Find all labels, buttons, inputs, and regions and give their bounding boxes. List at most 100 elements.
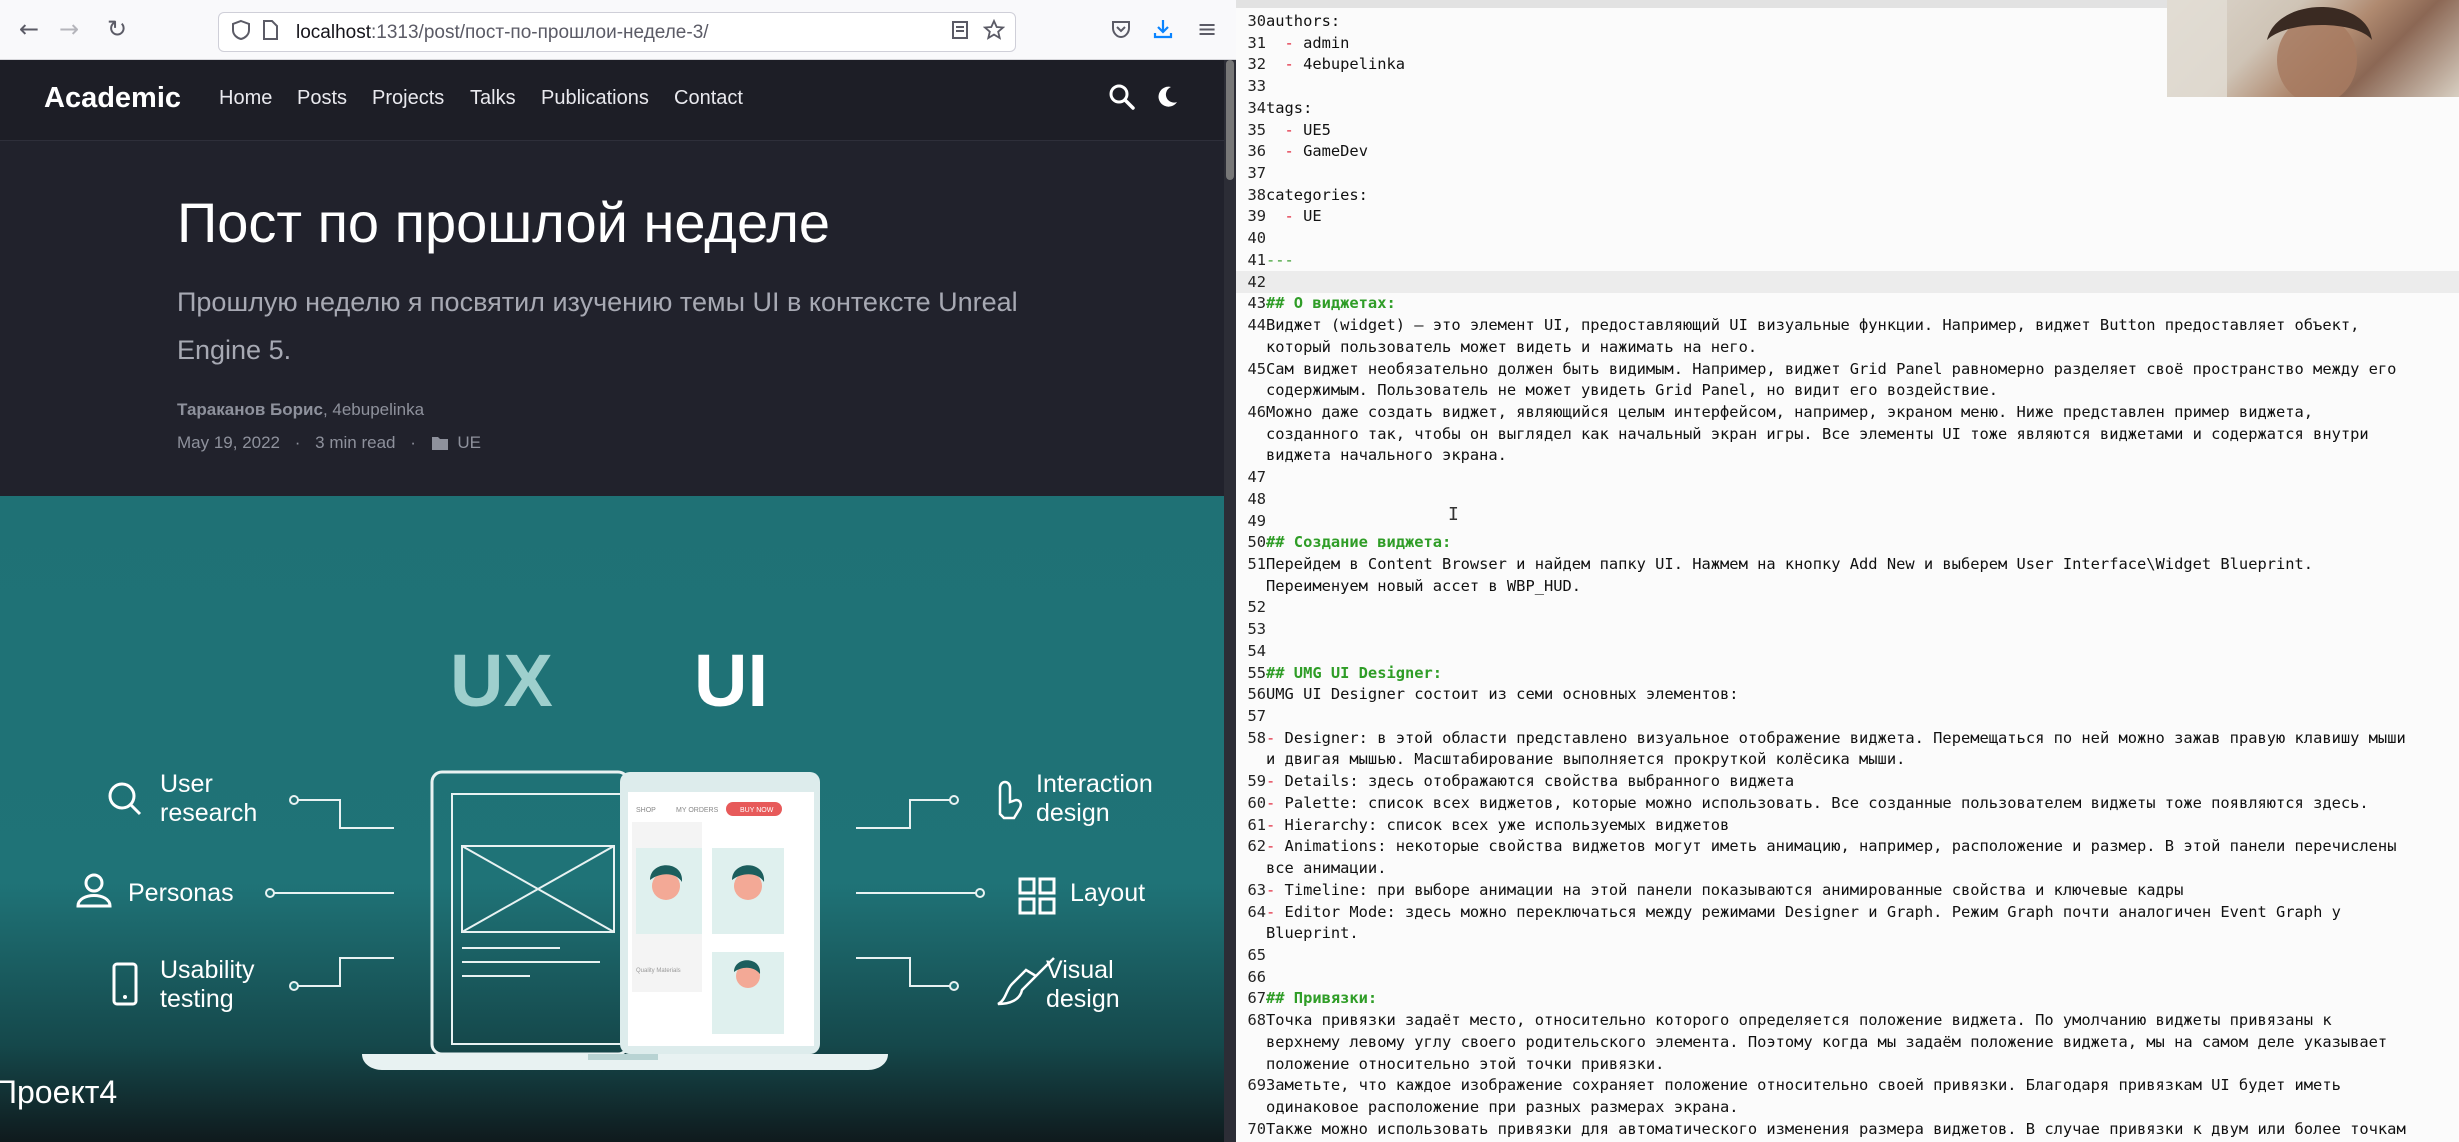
nav-contact[interactable]: Contact <box>674 87 743 110</box>
menu-icon[interactable]: ≡ <box>1192 14 1222 44</box>
line-text[interactable]: - UE5 <box>1266 119 1331 141</box>
line-text[interactable]: ## О виджетах: <box>1266 292 1396 314</box>
line-text[interactable]: Заметьте, что каждое изображение сохраня… <box>1266 1074 2341 1096</box>
editor-line-wrap[interactable]: виджета начального экрана. <box>1236 444 2459 466</box>
line-text[interactable]: ## Создание виджета: <box>1266 531 1451 553</box>
editor-line-wrap[interactable]: Blueprint. <box>1236 922 2459 944</box>
text-editor[interactable]: 30 authors: 31 - admin 32 - 4ebupelinka 33 34… <box>1236 0 2459 1142</box>
editor-line[interactable]: 42 <box>1236 270 2459 293</box>
editor-line[interactable]: 61- Hierarchy: список всех уже используе… <box>1236 814 2459 836</box>
editor-line[interactable]: 54 <box>1236 640 2459 662</box>
line-text[interactable]: - Editor Mode: здесь можно переключаться… <box>1266 901 2341 923</box>
reader-view-icon[interactable] <box>951 19 969 46</box>
pocket-icon[interactable] <box>1106 14 1136 44</box>
editor-line[interactable]: 59- Details: здесь отображаются свойства… <box>1236 770 2459 792</box>
line-text[interactable]: - Hierarchy: список всех уже используемы… <box>1266 814 1729 836</box>
editor-line[interactable]: 38 categories: <box>1236 184 2459 206</box>
line-text[interactable]: Blueprint. <box>1266 922 1359 944</box>
line-text[interactable]: Перейдем в Content Browser и найдем папк… <box>1266 553 2313 575</box>
editor-line[interactable]: 50 ## Создание виджета: <box>1236 531 2459 553</box>
editor-line-wrap[interactable]: верхнему левому углу своего родительског… <box>1236 1031 2459 1053</box>
editor-line[interactable]: 40 <box>1236 227 2459 249</box>
editor-line[interactable]: 37 <box>1236 162 2459 184</box>
editor-line[interactable]: 53 <box>1236 618 2459 640</box>
line-text[interactable]: tags: <box>1266 97 1312 119</box>
line-text[interactable]: - UE <box>1266 205 1322 227</box>
url-text[interactable]: localhost:1313/post/пост-по-прошлои-неде… <box>296 22 709 44</box>
editor-line[interactable]: 39 - UE <box>1236 205 2459 227</box>
line-text[interactable]: - GameDev <box>1266 140 1368 162</box>
line-text[interactable]: - admin <box>1266 32 1350 54</box>
line-text[interactable]: ## Привязки: <box>1266 987 1377 1009</box>
nav-publications[interactable]: Publications <box>541 87 649 110</box>
line-text[interactable]: Можно даже создать виджет, являющийся це… <box>1266 401 2313 423</box>
line-text[interactable]: Переименуем новый ассет в WBP_HUD. <box>1266 575 1581 597</box>
line-text[interactable]: одинаковое расположение при разных разме… <box>1266 1096 1739 1118</box>
editor-line[interactable]: 57 <box>1236 705 2459 727</box>
line-text[interactable]: и двигая мышью. Масштабирование выполняе… <box>1266 748 1905 770</box>
editor-line[interactable]: 55 ## UMG UI Designer: <box>1236 662 2459 684</box>
line-text[interactable]: authors: <box>1266 10 1340 32</box>
editor-line-wrap[interactable]: все анимации. <box>1236 857 2459 879</box>
line-text[interactable]: - Details: здесь отображаются свойства в… <box>1266 770 1794 792</box>
editor-line[interactable]: 68 Точка привязки задаёт место, относител… <box>1236 1009 2459 1031</box>
line-text[interactable]: categories: <box>1266 184 1368 206</box>
search-icon[interactable] <box>1107 82 1137 112</box>
line-text[interactable]: - Timeline: при выборе анимации на этой … <box>1266 879 2183 901</box>
editor-line[interactable]: 62- Animations: некоторые свойства видже… <box>1236 835 2459 857</box>
line-text[interactable]: - 4ebupelinka <box>1266 53 1405 75</box>
line-text[interactable]: --- <box>1266 249 1294 271</box>
nav-posts[interactable]: Posts <box>297 87 347 110</box>
line-text[interactable]: Также можно использовать привязки для ав… <box>1266 1118 2406 1140</box>
editor-line[interactable]: 69 Заметьте, что каждое изображение сохра… <box>1236 1074 2459 1096</box>
line-text[interactable]: содержимым. Пользователь не может увидет… <box>1266 379 1998 401</box>
editor-line[interactable]: 64- Editor Mode: здесь можно переключать… <box>1236 901 2459 923</box>
editor-line-wrap[interactable]: одинаковое расположение при разных разме… <box>1236 1096 2459 1118</box>
address-bar[interactable]: localhost:1313/post/пост-по-прошлои-неде… <box>218 12 1016 52</box>
site-brand[interactable]: Academic <box>44 82 181 115</box>
editor-line-wrap[interactable]: созданного так, чтобы он выглядел как на… <box>1236 423 2459 445</box>
bookmark-star-icon[interactable] <box>982 18 1006 46</box>
editor-line-wrap[interactable]: содержимым. Пользователь не может увидет… <box>1236 379 2459 401</box>
line-text[interactable]: все анимации. <box>1266 857 1386 879</box>
line-text[interactable]: Сам виджет необязательно должен быть вид… <box>1266 358 2396 380</box>
editor-line-wrap[interactable]: и двигая мышью. Масштабирование выполняе… <box>1236 748 2459 770</box>
reload-icon[interactable]: ↻ <box>102 14 132 44</box>
editor-line[interactable]: 56 UMG UI Designer состоит из семи основн… <box>1236 683 2459 705</box>
nav-talks[interactable]: Talks <box>470 87 516 110</box>
editor-line[interactable]: 70 Также можно использовать привязки для … <box>1236 1118 2459 1140</box>
line-text[interactable]: ## UMG UI Designer: <box>1266 662 1442 684</box>
editor-line[interactable]: 35 - UE5 <box>1236 119 2459 141</box>
editor-line[interactable]: 36 - GameDev <box>1236 140 2459 162</box>
line-text[interactable]: положение относительно этой точки привяз… <box>1266 1053 1664 1075</box>
line-text[interactable]: - Palette: список всех виджетов, которые… <box>1266 792 2369 814</box>
nav-home[interactable]: Home <box>219 87 272 110</box>
line-text[interactable]: созданного так, чтобы он выглядел как на… <box>1266 423 2369 445</box>
line-text[interactable]: UMG UI Designer состоит из семи основных… <box>1266 683 1739 705</box>
editor-line[interactable]: 48 <box>1236 488 2459 510</box>
editor-line-wrap[interactable]: Переименуем новый ассет в WBP_HUD. <box>1236 575 2459 597</box>
line-text[interactable]: который пользователь может видеть и нажи… <box>1266 336 1757 358</box>
editor-line[interactable]: 60- Palette: список всех виджетов, котор… <box>1236 792 2459 814</box>
browser-scrollbar[interactable] <box>1224 60 1236 1142</box>
author-main[interactable]: Тараканов Борис <box>177 400 323 419</box>
line-text[interactable]: - Animations: некоторые свойства виджето… <box>1266 835 2396 857</box>
shield-icon[interactable] <box>231 19 251 46</box>
line-text[interactable]: Точка привязки задаёт место, относительн… <box>1266 1009 2332 1031</box>
editor-line[interactable]: 63- Timeline: при выборе анимации на это… <box>1236 879 2459 901</box>
editor-line[interactable]: 41 --- <box>1236 249 2459 271</box>
author-second[interactable]: 4ebupelinka <box>332 400 424 419</box>
browser-scrollbar-thumb[interactable] <box>1226 60 1234 180</box>
line-text[interactable]: Виджет (widget) — это элемент UI, предос… <box>1266 314 2359 336</box>
editor-line-wrap[interactable]: который пользователь может видеть и нажи… <box>1236 336 2459 358</box>
editor-line[interactable]: 66 <box>1236 966 2459 988</box>
editor-line[interactable]: 46 Можно даже создать виджет, являющийся … <box>1236 401 2459 423</box>
line-text[interactable]: верхнему левому углу своего родительског… <box>1266 1031 2387 1053</box>
downloads-icon[interactable] <box>1148 14 1178 44</box>
back-icon[interactable]: ← <box>14 14 44 44</box>
editor-line[interactable]: 49 <box>1236 510 2459 532</box>
nav-projects[interactable]: Projects <box>372 87 444 110</box>
editor-line[interactable]: 47 <box>1236 466 2459 488</box>
line-text[interactable]: виджета начального экрана. <box>1266 444 1507 466</box>
editor-line[interactable]: 67 ## Привязки: <box>1236 987 2459 1009</box>
